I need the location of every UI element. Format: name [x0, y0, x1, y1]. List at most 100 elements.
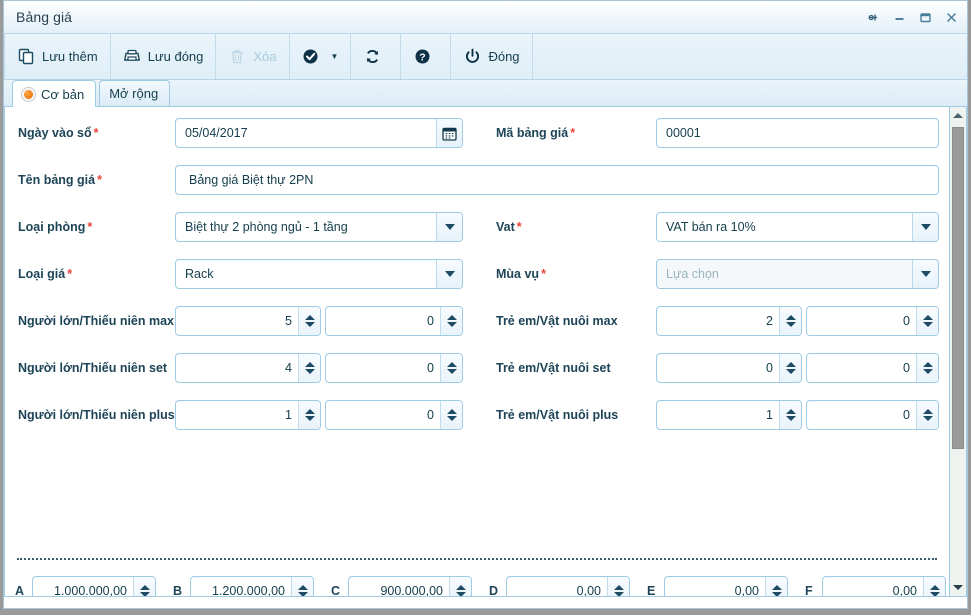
refresh-button[interactable] [351, 34, 402, 79]
price-input-d[interactable]: 0,00 [506, 576, 630, 596]
tre-em-max-spinner-2[interactable]: 0 [806, 306, 939, 336]
close-button[interactable]: Đóng [451, 34, 533, 79]
price-value-d[interactable]: 0,00 [507, 577, 607, 596]
spinner-buttons[interactable] [916, 401, 938, 429]
ngay-vao-so-field[interactable]: 05/04/2017 [175, 118, 463, 148]
spinner-buttons[interactable] [923, 577, 945, 596]
price-input-a[interactable]: 1.000.000,00 [32, 576, 156, 596]
nguoi-lon-set-value-2[interactable]: 0 [326, 354, 440, 382]
spinner-buttons[interactable] [779, 401, 801, 429]
save-close-icon [123, 48, 141, 66]
tab-mo-rong[interactable]: Mở rộng [99, 80, 171, 106]
price-input-c[interactable]: 900.000,00 [348, 576, 472, 596]
spinner-buttons[interactable] [291, 577, 313, 596]
nguoi-lon-plus-spinner-1[interactable]: 1 [175, 400, 321, 430]
spinner-buttons[interactable] [298, 307, 320, 335]
spinner-buttons[interactable] [298, 401, 320, 429]
tre-em-set-value-2[interactable]: 0 [807, 354, 916, 382]
tab-co-ban[interactable]: Cơ bản [12, 80, 97, 107]
tre-em-max-value-1[interactable]: 2 [657, 307, 779, 335]
vertical-scrollbar[interactable] [949, 107, 966, 596]
chevron-down-icon[interactable] [436, 213, 462, 241]
loai-gia-select[interactable]: Rack [175, 259, 463, 289]
calendar-icon[interactable] [436, 119, 462, 147]
spinner-buttons[interactable] [440, 354, 462, 382]
price-cell-e: E 0,00 [647, 576, 792, 596]
nguoi-lon-plus-value-2[interactable]: 0 [326, 401, 440, 429]
spinner-buttons[interactable] [440, 401, 462, 429]
price-input-b[interactable]: 1.200.000,00 [190, 576, 314, 596]
mua-vu-select[interactable]: Lựa chọn [656, 259, 939, 289]
chevron-down-icon[interactable] [912, 260, 938, 288]
nguoi-lon-plus-value-1[interactable]: 1 [176, 401, 298, 429]
spinner-buttons[interactable] [779, 354, 801, 382]
nguoi-lon-plus-spinner-2[interactable]: 0 [325, 400, 463, 430]
trash-icon [228, 48, 246, 66]
label-ma-bang-gia: Mã bảng giá * [496, 126, 576, 140]
save-add-button[interactable]: Lưu thêm [4, 34, 111, 79]
scrollbar-thumb[interactable] [952, 127, 964, 449]
price-value-c[interactable]: 900.000,00 [349, 577, 449, 596]
spinner-buttons[interactable] [440, 307, 462, 335]
delete-label: Xóa [253, 49, 277, 64]
nguoi-lon-set-spinner-2[interactable]: 0 [325, 353, 463, 383]
delete-button[interactable]: Xóa [216, 34, 290, 79]
price-label-e: E [647, 584, 656, 596]
loai-phong-value[interactable]: Biệt thự 2 phòng ngủ - 1 tầng [176, 213, 436, 241]
nguoi-lon-max-value-1[interactable]: 5 [176, 307, 298, 335]
chevron-down-icon[interactable] [912, 213, 938, 241]
nguoi-lon-max-spinner-2[interactable]: 0 [325, 306, 463, 336]
help-icon: ? [413, 48, 431, 66]
tre-em-plus-spinner-1[interactable]: 1 [656, 400, 802, 430]
spinner-buttons[interactable] [133, 577, 155, 596]
spinner-buttons[interactable] [779, 307, 801, 335]
price-input-e[interactable]: 0,00 [664, 576, 788, 596]
ngay-vao-so-value[interactable]: 05/04/2017 [176, 119, 436, 147]
spinner-buttons[interactable] [298, 354, 320, 382]
spinner-buttons[interactable] [449, 577, 471, 596]
spinner-buttons[interactable] [765, 577, 787, 596]
chevron-down-icon[interactable] [436, 260, 462, 288]
pin-icon[interactable] [867, 11, 880, 24]
scroll-down-icon[interactable] [950, 579, 966, 596]
save-close-button[interactable]: Lưu đóng [111, 34, 217, 79]
ma-bang-gia-value[interactable]: 00001 [657, 119, 938, 147]
label-tre-em-set: Trẻ em/Vật nuôi set [496, 361, 611, 375]
nguoi-lon-max-value-2[interactable]: 0 [326, 307, 440, 335]
chevron-down-icon[interactable]: ▼ [331, 52, 339, 61]
spinner-buttons[interactable] [607, 577, 629, 596]
close-icon[interactable] [945, 11, 958, 24]
tre-em-set-spinner-1[interactable]: 0 [656, 353, 802, 383]
price-value-f[interactable]: 0,00 [823, 577, 923, 596]
mua-vu-placeholder[interactable]: Lựa chọn [657, 260, 912, 288]
approve-button[interactable]: ▼ [290, 34, 352, 79]
nguoi-lon-set-spinner-1[interactable]: 4 [175, 353, 321, 383]
maximize-icon[interactable] [919, 11, 932, 24]
price-input-f[interactable]: 0,00 [822, 576, 946, 596]
tre-em-set-spinner-2[interactable]: 0 [806, 353, 939, 383]
tre-em-plus-spinner-2[interactable]: 0 [806, 400, 939, 430]
spinner-buttons[interactable] [916, 307, 938, 335]
price-value-e[interactable]: 0,00 [665, 577, 765, 596]
tre-em-plus-value-2[interactable]: 0 [807, 401, 916, 429]
ten-bang-gia-value[interactable]: Bảng giá Biệt thự 2PN [176, 166, 938, 194]
vat-select[interactable]: VAT bán ra 10% [656, 212, 939, 242]
nguoi-lon-set-value-1[interactable]: 4 [176, 354, 298, 382]
tre-em-plus-value-1[interactable]: 1 [657, 401, 779, 429]
price-value-b[interactable]: 1.200.000,00 [191, 577, 291, 596]
minimize-icon[interactable] [893, 11, 906, 24]
vat-value[interactable]: VAT bán ra 10% [657, 213, 912, 241]
loai-gia-value[interactable]: Rack [176, 260, 436, 288]
tre-em-max-value-2[interactable]: 0 [807, 307, 916, 335]
nguoi-lon-max-spinner-1[interactable]: 5 [175, 306, 321, 336]
ten-bang-gia-field[interactable]: Bảng giá Biệt thự 2PN [175, 165, 939, 195]
ma-bang-gia-field[interactable]: 00001 [656, 118, 939, 148]
loai-phong-select[interactable]: Biệt thự 2 phòng ngủ - 1 tầng [175, 212, 463, 242]
scroll-up-icon[interactable] [950, 107, 966, 124]
orange-dot-icon [22, 87, 35, 101]
help-button[interactable]: ? [401, 34, 452, 79]
spinner-buttons[interactable] [916, 354, 938, 382]
price-value-a[interactable]: 1.000.000,00 [33, 577, 133, 596]
tre-em-set-value-1[interactable]: 0 [657, 354, 779, 382]
tre-em-max-spinner-1[interactable]: 2 [656, 306, 802, 336]
